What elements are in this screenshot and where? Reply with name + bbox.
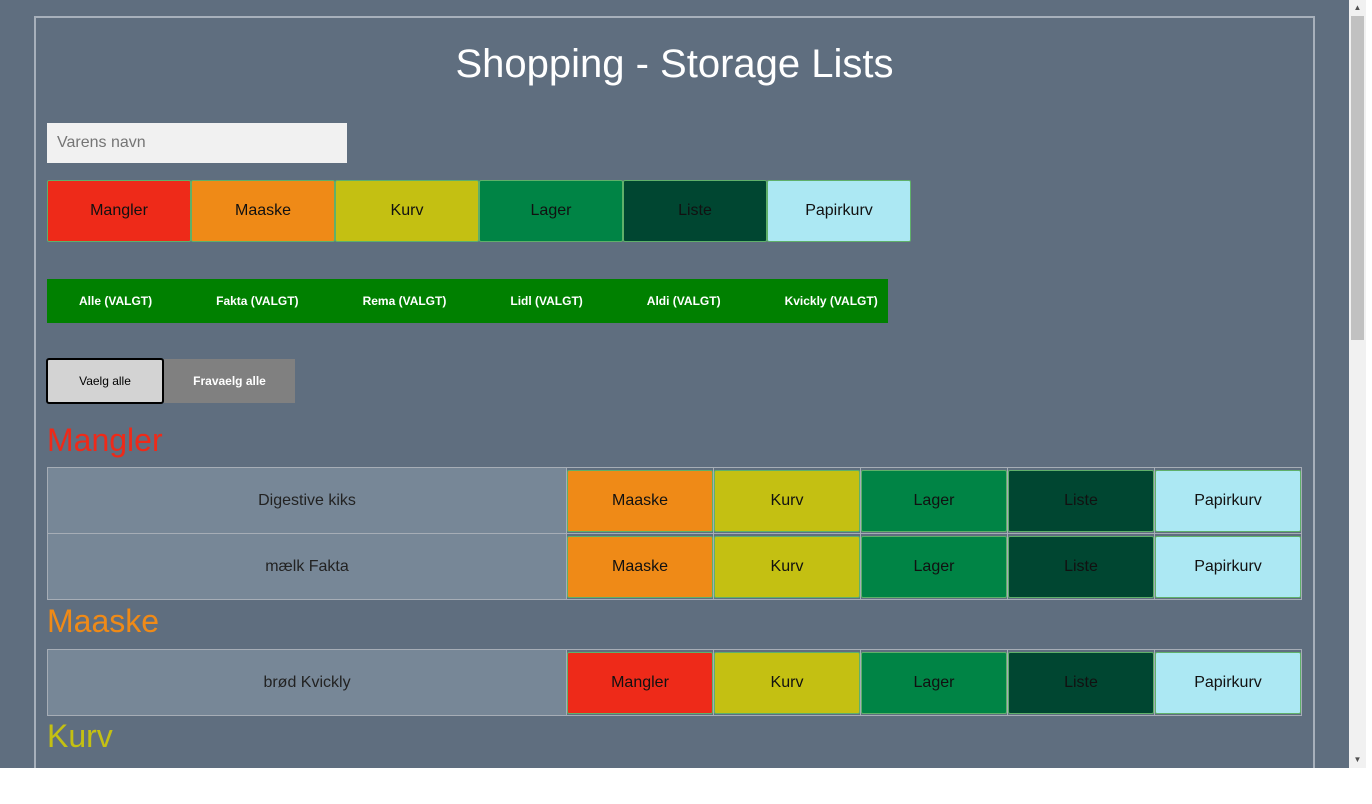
store-filter-kvickly[interactable]: Kvickly (VALGT) bbox=[753, 294, 910, 308]
category-kurv-button[interactable]: Kurv bbox=[335, 180, 479, 242]
item-name: brød Kvickly bbox=[47, 649, 567, 716]
move-to-kurv-button[interactable]: Kurv bbox=[714, 651, 860, 714]
page-viewport: Shopping - Storage Lists Mangler Maaske … bbox=[0, 0, 1349, 768]
item-name: mælk Fakta bbox=[47, 533, 567, 600]
move-to-maaske-button[interactable]: Maaske bbox=[567, 469, 713, 532]
move-to-papirkurv-button[interactable]: Papirkurv bbox=[1155, 469, 1301, 532]
move-to-kurv-button[interactable]: Kurv bbox=[714, 469, 860, 532]
vertical-scrollbar[interactable]: ▲ ▼ bbox=[1349, 0, 1366, 768]
section-table-mangler: Digestive kiks Maaske Kurv Lager Liste P… bbox=[47, 467, 1302, 600]
category-liste-button[interactable]: Liste bbox=[623, 180, 767, 242]
section-table-maaske: brød Kvickly Mangler Kurv Lager Liste Pa… bbox=[47, 649, 1302, 716]
store-filter-aldi[interactable]: Aldi (VALGT) bbox=[615, 294, 753, 308]
page-title: Shopping - Storage Lists bbox=[455, 42, 894, 86]
store-filter-lidl[interactable]: Lidl (VALGT) bbox=[478, 294, 614, 308]
move-to-maaske-button[interactable]: Maaske bbox=[567, 535, 713, 598]
item-name: Digestive kiks bbox=[47, 467, 567, 534]
store-filter-bar: Alle (VALGT) Fakta (VALGT) Rema (VALGT) … bbox=[47, 279, 888, 323]
table-row: Digestive kiks Maaske Kurv Lager Liste P… bbox=[47, 467, 1302, 534]
section-title-maaske: Maaske bbox=[47, 603, 160, 639]
move-to-liste-button[interactable]: Liste bbox=[1008, 469, 1154, 532]
store-filter-alle[interactable]: Alle (VALGT) bbox=[47, 294, 184, 308]
category-maaske-button[interactable]: Maaske bbox=[191, 180, 335, 242]
store-filter-rema[interactable]: Rema (VALGT) bbox=[331, 294, 479, 308]
select-all-button[interactable]: Vaelg alle bbox=[46, 358, 164, 404]
section-title-mangler: Mangler bbox=[47, 422, 163, 458]
category-papirkurv-button[interactable]: Papirkurv bbox=[767, 180, 911, 242]
item-name-input[interactable] bbox=[47, 123, 347, 163]
move-to-lager-button[interactable]: Lager bbox=[861, 651, 1007, 714]
move-to-liste-button[interactable]: Liste bbox=[1008, 651, 1154, 714]
section-title-kurv: Kurv bbox=[47, 718, 113, 754]
move-to-lager-button[interactable]: Lager bbox=[861, 535, 1007, 598]
move-to-liste-button[interactable]: Liste bbox=[1008, 535, 1154, 598]
category-lager-button[interactable]: Lager bbox=[479, 180, 623, 242]
category-mangler-button[interactable]: Mangler bbox=[47, 180, 191, 242]
table-row: mælk Fakta Maaske Kurv Lager Liste Papir… bbox=[47, 533, 1302, 600]
move-to-mangler-button[interactable]: Mangler bbox=[567, 651, 713, 714]
scroll-down-arrow-icon[interactable]: ▼ bbox=[1349, 752, 1366, 768]
move-to-kurv-button[interactable]: Kurv bbox=[714, 535, 860, 598]
store-filter-fakta[interactable]: Fakta (VALGT) bbox=[184, 294, 330, 308]
move-to-lager-button[interactable]: Lager bbox=[861, 469, 1007, 532]
scroll-thumb[interactable] bbox=[1351, 16, 1364, 340]
scroll-up-arrow-icon[interactable]: ▲ bbox=[1349, 0, 1366, 16]
deselect-all-button[interactable]: Fravaelg alle bbox=[164, 359, 295, 403]
category-buttons: Mangler Maaske Kurv Lager Liste Papirkur… bbox=[47, 180, 911, 242]
move-to-papirkurv-button[interactable]: Papirkurv bbox=[1155, 651, 1301, 714]
table-row: brød Kvickly Mangler Kurv Lager Liste Pa… bbox=[47, 649, 1302, 716]
move-to-papirkurv-button[interactable]: Papirkurv bbox=[1155, 535, 1301, 598]
